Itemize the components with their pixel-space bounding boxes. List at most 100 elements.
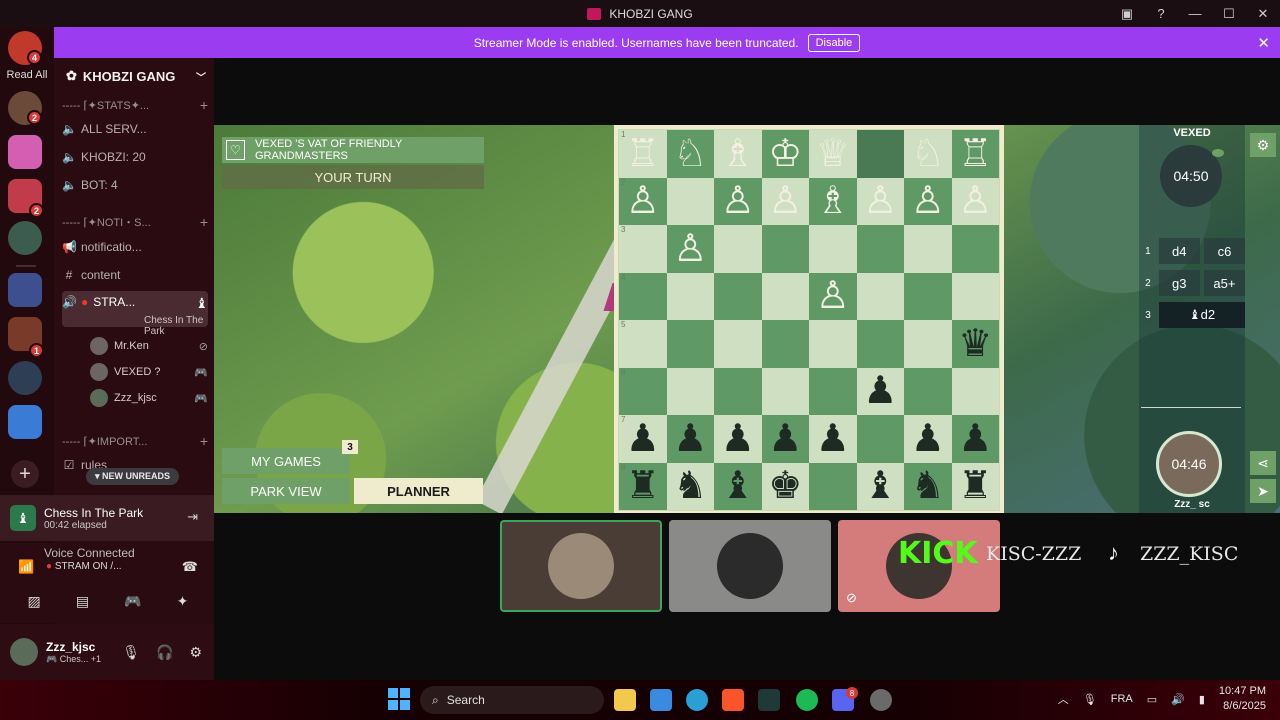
board-square[interactable]: ♟ <box>761 415 809 463</box>
channel-khobzi[interactable]: 🔈 KHOBZI: 20 <box>62 145 208 169</box>
clock[interactable]: 10:47 PM 8/6/2025 <box>1219 684 1266 714</box>
voice-user[interactable]: Mr.Ken ⊘ <box>90 334 208 358</box>
server-icon[interactable] <box>8 361 42 395</box>
help-icon[interactable]: ? <box>1144 0 1178 27</box>
screen-share-icon[interactable]: ▤ <box>76 593 89 610</box>
chess-piece[interactable]: ♟ <box>768 420 802 458</box>
board-square[interactable] <box>761 367 809 415</box>
board-square[interactable]: ♙ <box>809 272 857 320</box>
server-icon[interactable] <box>8 221 42 255</box>
chess-piece[interactable]: ♝ <box>863 467 897 505</box>
channel-bot[interactable]: 🔈 BOT: 4 <box>62 173 208 197</box>
chess-piece[interactable]: ♙ <box>911 182 945 220</box>
board-square[interactable] <box>714 320 762 368</box>
board-square[interactable] <box>666 272 714 320</box>
move-white[interactable]: d4 <box>1158 238 1200 264</box>
board-square[interactable]: 3 <box>619 225 667 273</box>
channel-notification[interactable]: 📢 notificatio... <box>62 235 208 259</box>
send-icon[interactable]: ➤ <box>1250 479 1276 503</box>
chess-piece[interactable]: ♟ <box>911 420 945 458</box>
board-square[interactable]: ♙ <box>951 177 999 225</box>
board-square[interactable]: ♚ <box>761 462 809 510</box>
planner-button[interactable]: PLANNER <box>354 478 483 504</box>
volume-icon[interactable]: 🔊 <box>1171 693 1185 706</box>
move-black[interactable]: c6 <box>1203 238 1245 264</box>
battery-icon[interactable]: ▮ <box>1199 693 1205 706</box>
share-icon[interactable]: ⋖ <box>1250 451 1276 475</box>
chess-piece[interactable]: ♗ <box>816 182 850 220</box>
disable-streamer-mode-button[interactable]: Disable <box>807 33 861 52</box>
inbox-icon[interactable]: ▣ <box>1110 0 1144 27</box>
edge-icon[interactable] <box>686 689 708 711</box>
leave-activity-icon[interactable]: ⇥ <box>187 509 198 525</box>
board-square[interactable] <box>856 320 904 368</box>
board-square[interactable] <box>714 225 762 273</box>
chess-piece[interactable]: ♝ <box>721 467 755 505</box>
activity-icon[interactable]: 🎮 <box>124 593 141 610</box>
board-square[interactable]: 1 ♖ <box>619 130 667 178</box>
board-square[interactable]: ♞ <box>904 462 952 510</box>
board-square[interactable]: ♟ <box>714 415 762 463</box>
spotify-icon[interactable] <box>796 689 818 711</box>
board-square[interactable]: ♘ <box>904 130 952 178</box>
move-white[interactable]: ♝d2 <box>1159 302 1245 328</box>
category-stats[interactable]: ----- ⌈✦STATS✦... + <box>62 93 208 117</box>
chess-piece[interactable]: ♙ <box>958 182 992 220</box>
board-square[interactable] <box>761 272 809 320</box>
chess-piece[interactable]: ♟ <box>816 420 850 458</box>
chess-piece[interactable]: ♜ <box>958 467 992 505</box>
microphone-icon[interactable]: 🎙 <box>122 644 140 661</box>
board-square[interactable]: ♟ <box>856 367 904 415</box>
chess-piece[interactable]: ♟ <box>673 420 707 458</box>
file-explorer-icon[interactable] <box>614 689 636 711</box>
app-icon[interactable] <box>758 689 780 711</box>
board-square[interactable]: ♝ <box>856 462 904 510</box>
voice-user[interactable]: Zzz_kjsc 🎮 <box>90 386 208 410</box>
camera-off-icon[interactable]: ▨ <box>28 593 41 610</box>
board-square[interactable] <box>904 225 952 273</box>
board-square[interactable]: ♕ <box>809 130 857 178</box>
board-square[interactable]: ♙ <box>666 225 714 273</box>
board-square[interactable]: 5 <box>619 320 667 368</box>
chess-piece[interactable]: ♕ <box>816 135 850 173</box>
soundboard-icon[interactable]: ✦ <box>177 593 189 610</box>
park-view-button[interactable]: PARK VIEW <box>222 478 350 504</box>
settings-gear-icon[interactable]: ⚙ <box>1250 133 1276 157</box>
chess-piece[interactable]: ♖ <box>626 135 660 173</box>
chess-piece[interactable]: ♙ <box>626 182 660 220</box>
board-square[interactable]: ♟ <box>904 415 952 463</box>
chess-piece[interactable]: ♟ <box>863 372 897 410</box>
board-square[interactable]: ♟ <box>951 415 999 463</box>
chess-piece[interactable]: ♞ <box>673 467 707 505</box>
board-square[interactable] <box>666 320 714 368</box>
board-square[interactable] <box>809 367 857 415</box>
chess-piece[interactable]: ♖ <box>958 135 992 173</box>
microphone-icon[interactable]: 🎙 <box>1083 693 1097 706</box>
board-square[interactable] <box>856 272 904 320</box>
app-icon[interactable] <box>870 689 892 711</box>
chess-piece[interactable]: ♙ <box>673 230 707 268</box>
board-square[interactable] <box>809 462 857 510</box>
chess-piece[interactable]: ♙ <box>768 182 802 220</box>
maximize-button[interactable]: ☐ <box>1212 0 1246 27</box>
chess-piece[interactable]: ♘ <box>673 135 707 173</box>
disconnect-icon[interactable]: ☎ <box>182 559 198 575</box>
move-white[interactable]: g3 <box>1158 270 1200 296</box>
board-square[interactable] <box>856 225 904 273</box>
chess-piece[interactable]: ♙ <box>721 182 755 220</box>
chess-piece[interactable]: ♟ <box>721 420 755 458</box>
board-square[interactable] <box>904 272 952 320</box>
board-square[interactable]: ♖ <box>951 130 999 178</box>
board-square[interactable]: ♝ <box>714 462 762 510</box>
server-folder-icon[interactable] <box>8 405 42 439</box>
chess-piece[interactable]: ♔ <box>768 135 802 173</box>
board-square[interactable]: ♘ <box>666 130 714 178</box>
server-header[interactable]: ✿ KHOBZI GANG ﹀ <box>66 68 206 84</box>
category-import[interactable]: ----- ⌈✦IMPORT... + <box>62 429 208 453</box>
board-square[interactable]: ♙ <box>761 177 809 225</box>
chess-piece[interactable]: ♙ <box>816 277 850 315</box>
board-square[interactable] <box>809 320 857 368</box>
server-icon[interactable] <box>8 135 42 169</box>
board-square[interactable]: ♛ <box>951 320 999 368</box>
board-square[interactable]: 4 <box>619 272 667 320</box>
